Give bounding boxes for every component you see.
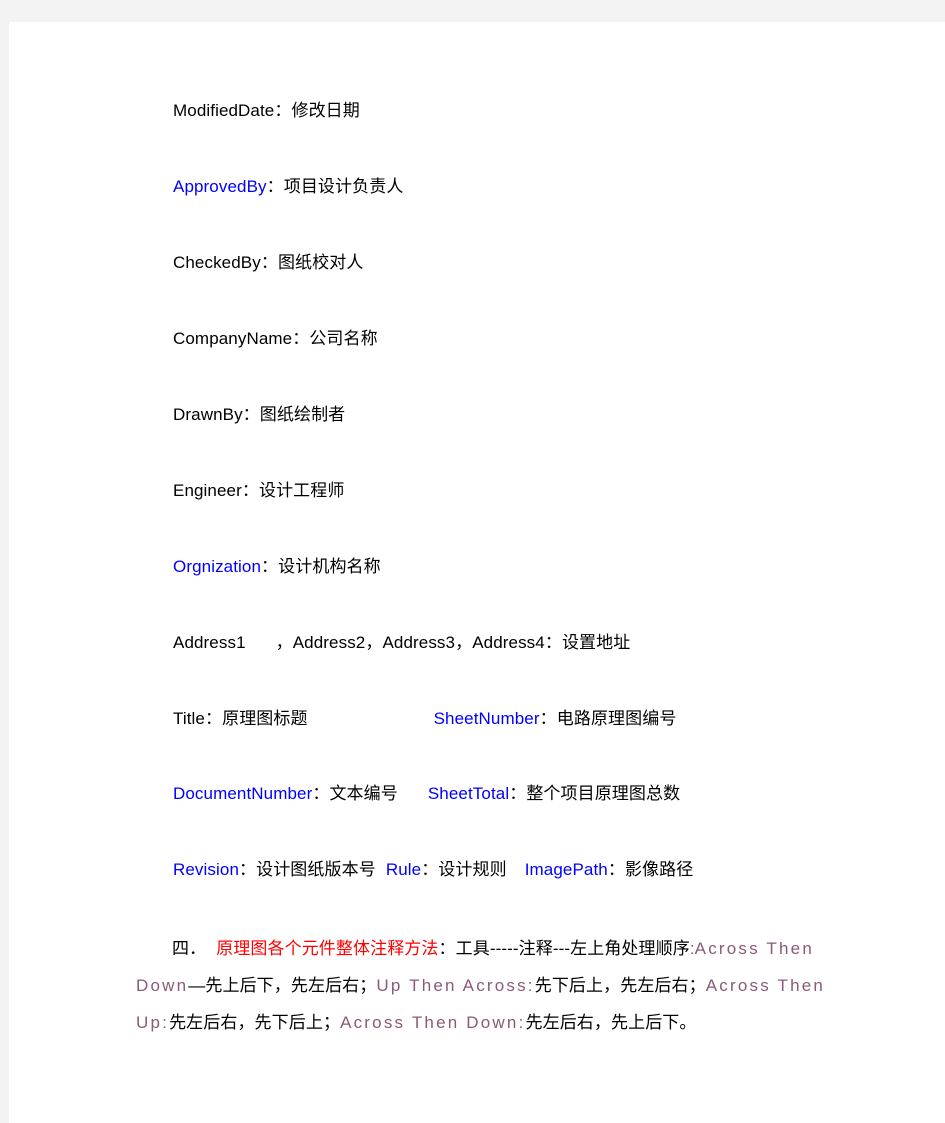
field-line-orgnization: Orgnization：设计机构名称 (128, 556, 828, 579)
field-value-sheetnumber: 电路原理图编号 (556, 708, 677, 728)
field-line-documentnumber-sheettotal: DocumentNumber：文本编号 SheetTotal：整个项目原理图总数 (128, 783, 828, 806)
field-value-orgnization: 设计机构名称 (278, 556, 381, 576)
field-separator: ： (239, 860, 257, 880)
section-desc-4: 先左后右，先上后下。 (525, 1013, 697, 1033)
field-line-approvedby: ApprovedBy：项目设计负责人 (128, 176, 828, 199)
field-value-documentnumber: 文本编号 (329, 784, 398, 804)
field-key-address1: Address1 (173, 632, 246, 652)
section-paragraph-four: 四． 原理图各个元件整体注释方法：工具-----注释---左上角处理顺序:Acro… (128, 930, 828, 1041)
field-separator: ： (241, 480, 259, 500)
field-line-title-sheetnumber: Title：原理图标题 SheetNumber：电路原理图编号 (128, 708, 828, 731)
field-separator: ： (544, 632, 562, 652)
field-key-documentnumber: DocumentNumber (173, 784, 313, 804)
field-value-rule: 设计规则 (438, 860, 507, 880)
document-content: ModifiedDate：修改日期 ApprovedBy：项目设计负责人 Che… (128, 100, 828, 1041)
field-key-address4: Address4 (472, 632, 545, 652)
address-comma-2: ， (365, 632, 383, 652)
field-key-engineer: Engineer (173, 480, 242, 500)
field-key-orgnization: Orgnization (173, 556, 262, 576)
field-value-companyname: 公司名称 (309, 328, 378, 348)
field-separator: ： (421, 860, 439, 880)
field-separator: ： (242, 404, 260, 424)
field-separator: ： (607, 860, 625, 880)
section-term-dash: — (188, 976, 206, 996)
field-separator: ： (274, 101, 292, 120)
field-separator: ： (509, 784, 527, 804)
document-page: ModifiedDate：修改日期 ApprovedBy：项目设计负责人 Che… (9, 22, 945, 1123)
address-comma-3: ， (455, 632, 473, 652)
section-term-up-then-across: Up Then Across: (376, 976, 535, 996)
field-separator: ： (261, 556, 279, 576)
section-menu-path: 工具-----注释---左上角处理顺序 (455, 939, 690, 959)
field-value-engineer: 设计工程师 (258, 480, 345, 500)
field-separator: ： (266, 176, 284, 196)
field-line-drawnby: DrawnBy：图纸绘制者 (128, 404, 828, 427)
field-line-revision-rule-imagepath: Revision：设计图纸版本号 Rule：设计规则 ImagePath：影像路径 (128, 859, 828, 882)
field-value-address: 设置地址 (561, 632, 631, 652)
field-key-address3: Address3 (382, 632, 456, 652)
field-line-modifieddate: ModifiedDate：修改日期 (128, 100, 828, 123)
section-term-across-then-down-2: Across Then Down: (340, 1013, 526, 1033)
field-separator: ： (260, 252, 278, 272)
field-separator: ： (205, 708, 223, 728)
section-heading-separator: ： (438, 939, 456, 959)
field-key-sheettotal: SheetTotal (427, 784, 510, 804)
section-desc-2: 先下后上，先左后右； (534, 976, 706, 996)
section-desc-3: 先左后右，先下后上； (169, 1013, 341, 1033)
field-separator: ： (312, 784, 330, 804)
section-heading: 原理图各个元件整体注释方法 (216, 939, 439, 959)
field-value-sheettotal: 整个项目原理图总数 (526, 784, 681, 804)
address-comma-1: ， (275, 632, 293, 652)
field-value-revision: 设计图纸版本号 (256, 860, 376, 880)
field-value-modifieddate: 修改日期 (291, 101, 360, 120)
field-key-revision: Revision (173, 860, 239, 880)
field-separator: ： (539, 708, 557, 728)
field-key-modifieddate: ModifiedDate (173, 101, 275, 120)
field-key-address2: Address2 (292, 632, 366, 652)
field-key-approvedby: ApprovedBy (173, 176, 267, 196)
section-number: 四． (172, 939, 207, 959)
field-line-address: Address1 ，Address2，Address3，Address4：设置地址 (128, 632, 828, 655)
field-value-checkedby: 图纸校对人 (277, 252, 364, 272)
field-line-engineer: Engineer：设计工程师 (128, 480, 828, 503)
field-key-title: Title (173, 708, 205, 728)
field-value-drawnby: 图纸绘制者 (259, 404, 346, 424)
field-key-imagepath: ImagePath (524, 860, 608, 880)
field-line-companyname: CompanyName：公司名称 (128, 328, 828, 351)
field-key-sheetnumber: SheetNumber (433, 708, 540, 728)
field-value-imagepath: 影像路径 (624, 860, 694, 880)
field-value-approvedby: 项目设计负责人 (283, 176, 404, 196)
field-key-companyname: CompanyName (173, 328, 293, 348)
field-separator: ： (292, 328, 310, 348)
field-key-checkedby: CheckedBy (173, 252, 261, 272)
section-desc-1: 先上后下，先左后右； (205, 976, 377, 996)
field-key-rule: Rule (385, 860, 422, 880)
field-line-checkedby: CheckedBy：图纸校对人 (128, 252, 828, 275)
field-key-drawnby: DrawnBy (173, 404, 243, 424)
field-value-title: 原理图标题 (222, 708, 308, 728)
